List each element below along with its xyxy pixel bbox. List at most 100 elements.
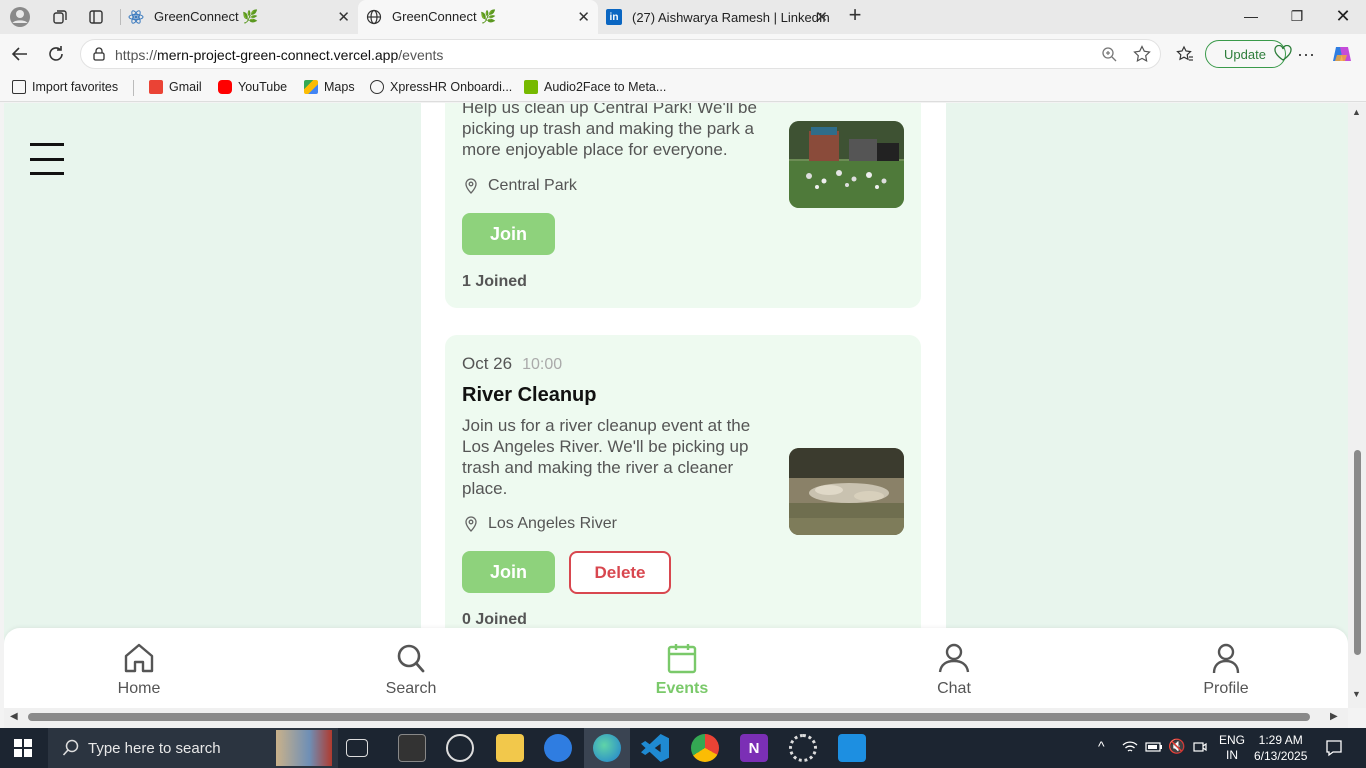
volume-muted-icon[interactable]: 🔇 (1168, 738, 1185, 755)
joined-count: 0 Joined (462, 611, 527, 628)
horizontal-scroll-thumb[interactable] (28, 713, 1310, 721)
sync-app-icon[interactable] (544, 734, 572, 762)
scroll-left-arrow-icon[interactable]: ◀ (10, 711, 18, 722)
event-location: Central Park (462, 177, 577, 195)
more-options-icon[interactable]: ··· (1294, 42, 1318, 66)
bookmarks-bar: Import favorites Gmail YouTube Maps Xpre… (0, 74, 1366, 102)
globe-icon (370, 80, 384, 94)
favorite-star-icon[interactable] (1133, 45, 1151, 68)
settings-gear-icon[interactable] (789, 734, 817, 762)
gmail-logo-icon (149, 80, 163, 94)
close-tab-icon[interactable]: ✕ (577, 8, 590, 26)
site-info-icon[interactable] (91, 46, 107, 67)
scroll-up-arrow-icon[interactable]: ▲ (1352, 107, 1361, 117)
vertical-scrollbar[interactable]: ▲ ▼ (1348, 103, 1366, 708)
system-clock[interactable]: 1:29 AM 6/13/2025 (1254, 732, 1307, 764)
profile-avatar-icon[interactable] (8, 6, 32, 28)
refresh-icon[interactable] (44, 42, 68, 66)
terminal-app-icon[interactable] (398, 734, 426, 762)
restore-window-icon[interactable]: ❐ (1274, 0, 1320, 32)
event-date: Oct 26 10:00 (462, 354, 563, 373)
bookmark-xpresshr[interactable]: XpressHR Onboardi... (370, 80, 512, 94)
hamburger-menu-icon[interactable] (30, 143, 64, 175)
youtube-logo-icon (218, 80, 232, 94)
tab-title: GreenConnect 🌿 (392, 9, 497, 24)
bookmark-audio2face[interactable]: Audio2Face to Meta... (524, 80, 666, 94)
event-description: Join us for a river cleanup event at the… (462, 416, 751, 498)
remote-app-icon[interactable] (838, 734, 866, 762)
event-image-park (789, 121, 904, 208)
bookmark-import-favorites[interactable]: Import favorites (12, 80, 118, 94)
chrome-icon[interactable] (691, 734, 719, 762)
globe-icon (366, 9, 382, 25)
clock-app-icon[interactable] (446, 734, 474, 762)
nvidia-logo-icon (524, 80, 538, 94)
vertical-scroll-thumb[interactable] (1354, 450, 1361, 655)
event-card: Help us clean up Central Park! We'll be … (445, 103, 921, 308)
horizontal-scrollbar[interactable]: ◀ ▶ (4, 708, 1348, 728)
search-highlight-image (276, 730, 332, 766)
maps-logo-icon (304, 80, 318, 94)
nav-chat[interactable]: Chat (894, 642, 1014, 698)
edge-browser-icon[interactable] (593, 734, 621, 762)
tab-greenconnect-active[interactable]: GreenConnect 🌿 ✕ (358, 0, 598, 34)
tab-title: (27) Aishwarya Ramesh | LinkedIn (632, 9, 830, 25)
url-text: https://mern-project-green-connect.verce… (115, 47, 444, 63)
workspaces-icon[interactable] (48, 6, 72, 28)
scroll-right-arrow-icon[interactable]: ▶ (1330, 711, 1338, 722)
camera-icon[interactable] (1193, 740, 1207, 757)
tab-linkedin[interactable]: in (27) Aishwarya Ramesh | LinkedIn ✕ (600, 0, 836, 34)
tab-greenconnect-1[interactable]: GreenConnect 🌿 ✕ (122, 0, 358, 34)
taskbar-search-input[interactable]: Type here to search (48, 728, 338, 768)
search-icon (397, 644, 425, 673)
start-windows-icon[interactable] (14, 739, 32, 757)
bookmark-youtube[interactable]: YouTube (218, 80, 287, 94)
file-explorer-icon[interactable] (496, 734, 524, 762)
import-icon (12, 80, 26, 94)
onenote-icon[interactable]: N (740, 734, 768, 762)
copilot-icon[interactable] (1330, 42, 1354, 66)
new-tab-icon[interactable]: + (843, 2, 867, 27)
notifications-icon[interactable] (1325, 739, 1343, 760)
wifi-icon[interactable] (1122, 740, 1138, 757)
update-button[interactable]: Update (1205, 40, 1292, 68)
search-icon (62, 739, 80, 761)
task-view-icon[interactable] (346, 739, 368, 757)
event-title: River Cleanup (462, 384, 597, 406)
nav-home[interactable]: Home (79, 642, 199, 698)
page-viewport: Help us clean up Central Park! We'll be … (4, 103, 1348, 708)
minimize-window-icon[interactable]: — (1228, 0, 1274, 32)
tab-title: GreenConnect 🌿 (154, 9, 259, 24)
url-field[interactable]: https://mern-project-green-connect.verce… (80, 39, 1161, 69)
event-location: Los Angeles River (462, 515, 617, 533)
nav-profile[interactable]: Profile (1166, 642, 1286, 698)
zoom-icon[interactable] (1101, 46, 1117, 67)
join-button[interactable]: Join (462, 213, 555, 255)
tab-actions-icon[interactable] (84, 6, 108, 28)
chevron-up-icon[interactable]: ^ (1098, 738, 1105, 754)
event-description: Help us clean up Central Park! We'll be … (462, 103, 757, 159)
back-arrow-icon[interactable] (8, 42, 32, 66)
scroll-down-arrow-icon[interactable]: ▼ (1352, 689, 1361, 699)
event-time: 10:00 (522, 356, 563, 373)
bookmark-gmail[interactable]: Gmail (149, 80, 202, 94)
delete-button[interactable]: Delete (569, 551, 671, 594)
favorites-icon[interactable] (1173, 42, 1197, 66)
joined-count: 1 Joined (462, 273, 527, 290)
close-tab-icon[interactable]: ✕ (815, 8, 828, 26)
home-icon (124, 643, 154, 673)
event-card: Oct 26 10:00 River Cleanup Join us for a … (445, 335, 921, 655)
heart-pulse-icon (1274, 44, 1292, 64)
vscode-icon[interactable] (641, 734, 669, 762)
battery-icon[interactable] (1145, 741, 1163, 756)
nav-events[interactable]: Events (622, 642, 742, 698)
close-tab-icon[interactable]: ✕ (337, 8, 350, 26)
nav-search[interactable]: Search (351, 642, 471, 698)
close-window-icon[interactable]: ✕ (1320, 0, 1366, 32)
linkedin-logo-icon: in (606, 9, 622, 25)
chat-icon (938, 643, 970, 673)
browser-address-bar: https://mern-project-green-connect.verce… (0, 34, 1366, 74)
bookmark-maps[interactable]: Maps (304, 80, 355, 94)
join-button[interactable]: Join (462, 551, 555, 593)
language-indicator[interactable]: ENG IN (1219, 733, 1245, 763)
